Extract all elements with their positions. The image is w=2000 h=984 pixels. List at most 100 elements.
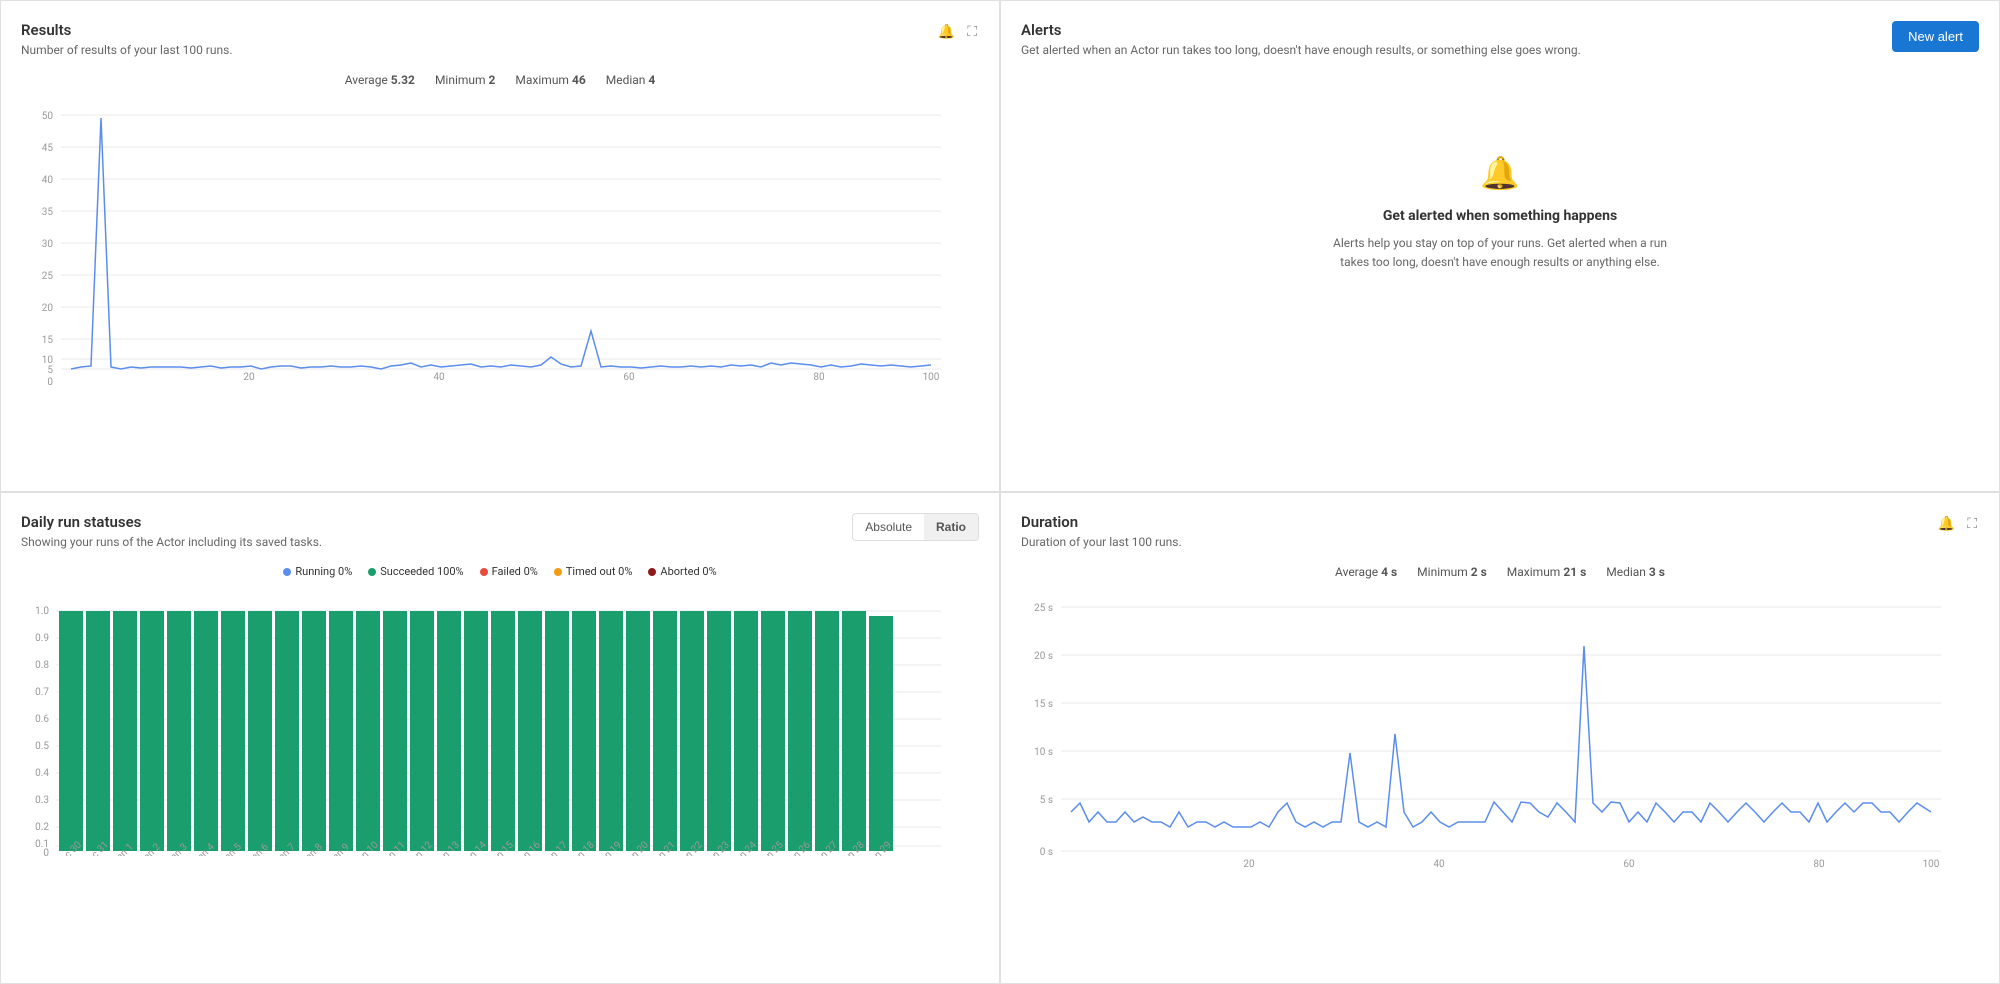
daily-run-title: Daily run statuses [21,513,322,531]
alerts-empty-title: Get alerted when something happens [1383,208,1617,224]
results-avg: Average 5.32 [345,73,415,87]
legend-timedout-dot [554,568,562,576]
svg-text:80: 80 [1813,859,1825,870]
legend-running-dot [283,568,291,576]
legend-running: Running 0% [283,565,352,578]
svg-text:0.3: 0.3 [35,795,49,806]
alerts-title-group: Alerts Get alerted when an Actor run tak… [1021,21,1581,69]
svg-text:60: 60 [1623,859,1635,870]
legend-aborted-label: Aborted 0% [660,565,716,578]
results-svg: 50 45 40 35 30 25 20 15 10 5 0 20 40 60 … [21,95,961,385]
svg-text:0.2: 0.2 [35,822,49,833]
legend-failed: Failed 0% [480,565,538,578]
svg-text:25 s: 25 s [1034,603,1053,614]
duration-bell-icon[interactable]: 🔔 [1936,513,1957,534]
svg-text:10 s: 10 s [1034,747,1053,758]
results-stats: Average 5.32 Minimum 2 Maximum 46 Median… [21,73,979,87]
results-icons: 🔔 ⛶ [936,21,979,42]
legend-timedout: Timed out 0% [554,565,633,578]
duration-panel: Duration Duration of your last 100 runs.… [1000,492,2000,984]
results-panel: Results Number of results of your last 1… [0,0,1000,492]
results-median: Median 4 [606,73,656,87]
legend-failed-dot [480,568,488,576]
results-chart: 50 45 40 35 30 25 20 15 10 5 0 20 40 60 … [21,95,979,385]
legend-aborted-dot [648,568,656,576]
duration-chart: 25 s 20 s 15 s 10 s 5 s 0 s 20 40 60 80 … [1021,587,1979,877]
alerts-bell-icon: 🔔 [1480,154,1520,192]
svg-text:0: 0 [47,377,53,385]
svg-text:80: 80 [813,372,825,383]
legend-succeeded-label: Succeeded 100% [380,565,463,578]
svg-text:20: 20 [243,372,255,383]
daily-run-svg: 1.0 0.9 0.8 0.7 0.6 0.5 0.4 0.3 0.2 0.1 … [21,586,961,856]
results-bell-icon[interactable]: 🔔 [936,21,957,42]
duration-expand-icon[interactable]: ⛶ [1965,513,1979,534]
results-min: Minimum 2 [435,73,495,87]
legend-aborted: Aborted 0% [648,565,716,578]
svg-text:30: 30 [42,239,54,250]
alerts-panel: Alerts Get alerted when an Actor run tak… [1000,0,2000,492]
svg-text:0: 0 [43,848,49,856]
duration-header: Duration Duration of your last 100 runs.… [1021,513,1979,561]
daily-run-subtitle: Showing your runs of the Actor including… [21,535,322,549]
svg-text:0.9: 0.9 [35,633,49,644]
svg-text:0.8: 0.8 [35,660,49,671]
results-title: Results [21,21,232,39]
alerts-empty-state: 🔔 Get alerted when something happens Ale… [1021,73,1979,353]
results-title-group: Results Number of results of your last 1… [21,21,232,69]
svg-text:15 s: 15 s [1034,699,1053,710]
results-header: Results Number of results of your last 1… [21,21,979,69]
alerts-subtitle: Get alerted when an Actor run takes too … [1021,43,1581,57]
toggle-ratio[interactable]: Ratio [924,514,978,540]
svg-text:0.5: 0.5 [35,741,49,752]
daily-run-title-group: Daily run statuses Showing your runs of … [21,513,322,561]
svg-text:25: 25 [42,271,54,282]
duration-max: Maximum 21 s [1507,565,1586,579]
svg-text:0.6: 0.6 [35,714,49,725]
duration-title: Duration [1021,513,1182,531]
results-subtitle: Number of results of your last 100 runs. [21,43,232,57]
svg-text:40: 40 [1433,859,1445,870]
svg-text:40: 40 [433,372,445,383]
svg-text:40: 40 [42,175,54,186]
legend-timedout-label: Timed out 0% [566,565,633,578]
new-alert-button[interactable]: New alert [1892,21,1979,52]
duration-svg: 25 s 20 s 15 s 10 s 5 s 0 s 20 40 60 80 … [1021,587,1961,877]
svg-text:0 s: 0 s [1040,847,1053,858]
legend-succeeded-dot [368,568,376,576]
duration-stats: Average 4 s Minimum 2 s Maximum 21 s Med… [1021,565,1979,579]
svg-text:15: 15 [42,335,54,346]
alerts-empty-desc: Alerts help you stay on top of your runs… [1320,234,1680,272]
svg-text:1.0: 1.0 [35,606,49,617]
svg-text:5: 5 [47,365,53,376]
svg-text:20: 20 [1243,859,1255,870]
duration-icons: 🔔 ⛶ [1936,513,1979,534]
svg-text:20: 20 [42,303,54,314]
duration-min: Minimum 2 s [1417,565,1487,579]
svg-text:100: 100 [923,372,940,383]
legend-succeeded: Succeeded 100% [368,565,463,578]
alerts-title: Alerts [1021,21,1581,39]
results-max: Maximum 46 [515,73,585,87]
duration-title-group: Duration Duration of your last 100 runs. [1021,513,1182,561]
svg-text:5 s: 5 s [1040,795,1053,806]
svg-text:20 s: 20 s [1034,651,1053,662]
svg-text:45: 45 [42,143,54,154]
svg-text:0.7: 0.7 [35,687,49,698]
svg-text:60: 60 [623,372,635,383]
legend-running-label: Running 0% [295,565,352,578]
svg-text:100: 100 [1923,859,1940,870]
toggle-absolute[interactable]: Absolute [853,514,924,540]
svg-text:0.4: 0.4 [35,768,49,779]
daily-run-toggle: Absolute Ratio [852,513,979,541]
svg-text:35: 35 [42,207,54,218]
legend-failed-label: Failed 0% [492,565,538,578]
duration-median: Median 3 s [1606,565,1665,579]
results-expand-icon[interactable]: ⛶ [965,21,979,42]
svg-text:50: 50 [42,111,54,122]
duration-subtitle: Duration of your last 100 runs. [1021,535,1182,549]
daily-run-header: Daily run statuses Showing your runs of … [21,513,979,561]
daily-run-panel: Daily run statuses Showing your runs of … [0,492,1000,984]
duration-avg: Average 4 s [1335,565,1397,579]
daily-run-legend: Running 0% Succeeded 100% Failed 0% Time… [21,565,979,578]
